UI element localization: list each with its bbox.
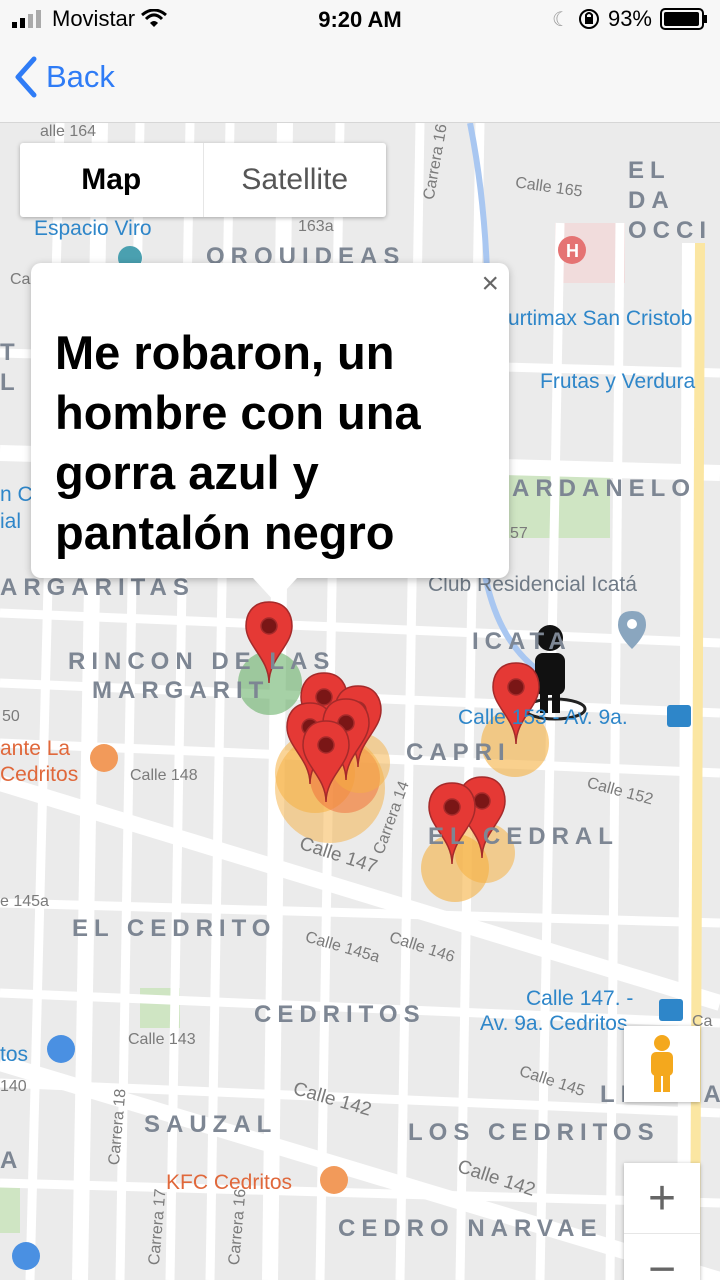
neighborhood-label: SAUZAL [144,1111,278,1138]
street-label: alle 164 [40,123,97,140]
zoom-out-button[interactable]: − [624,1234,700,1280]
map-view[interactable]: H EL DA OCCI ORQUIDEAS T L ARDANELO ARGA… [0,123,720,1280]
street-view-button[interactable] [624,1026,700,1102]
poi-label: n C [0,483,33,506]
neighborhood-label: CEDRO NARVAE [338,1215,603,1242]
neighborhood-label: MARGARIT [92,677,270,704]
street-label: 163a [298,218,334,235]
street-label: Calle 143 [128,1031,196,1048]
neighborhood-label: CEDRITOS [254,1001,426,1028]
street-label: e 145a [0,893,49,910]
neighborhood-label: ICATA [472,628,572,655]
moon-icon: ☾ [552,8,570,31]
close-icon[interactable]: × [481,267,499,301]
rotation-lock-icon [578,9,599,29]
zoom-in-button[interactable]: + [624,1163,700,1234]
pegman-icon [651,1035,673,1092]
neighborhood-label: CAPRI [406,739,511,766]
street-label: Ca [10,271,31,288]
poi-label: Calle 153 - Av. 9a. [458,706,628,729]
poi-label: ial [0,510,22,533]
back-button[interactable]: Back [14,56,115,98]
status-right: ☾ 93% [552,6,708,32]
battery-icon [660,8,707,30]
neighborhood-label: EL DA OCCI [628,157,712,244]
restaurant-icon [90,744,118,772]
info-window: × Me robaron, un hombre con una gorra az… [31,263,509,602]
shopping-icon [47,1035,75,1063]
map-type-toggle: Map Satellite [20,143,386,217]
poi-label: Frutas y Verdura [540,370,696,393]
chevron-left-icon [15,56,37,98]
neighborhood-label: LOS CEDRITOS [408,1119,660,1146]
info-window-text: Me robaron, un hombre con una gorra azul… [55,326,421,559]
map-type-satellite-button[interactable]: Satellite [202,143,387,217]
street-label: Calle 148 [130,767,198,784]
poi-label: Av. 9a. Cedritos [480,1012,628,1035]
neighborhood-label: T L [0,339,21,396]
map-type-map-button[interactable]: Map [20,143,203,217]
zoom-controls: + − [624,1163,700,1280]
neighborhood-label: ARGARITAS [0,574,195,601]
poi-label: tos [0,1043,29,1066]
navigation-bar: Back [0,40,720,123]
poi-label: Espacio Viro [34,217,152,240]
svg-text:H: H [566,241,579,261]
poi-label: Calle 147. - [526,987,634,1010]
street-label: 140 [0,1078,27,1095]
neighborhood-label: RINCON DE LAS [68,648,336,675]
restaurant-icon [320,1166,348,1194]
bus-icon [667,705,691,727]
poi-label: urtimax San Cristob [508,307,693,330]
neighborhood-label: A [0,1147,24,1174]
neighborhood-label: EL CEDRITO [72,915,277,942]
bus-icon [659,999,683,1021]
neighborhood-label: EL CEDRAL [428,823,619,850]
shopping-cart-icon [12,1242,40,1270]
status-bar: Movistar 9:20 AM ☾ 93% [0,0,720,40]
poi-label: Cedritos [0,763,79,786]
poi-label: KFC Cedritos [166,1171,293,1194]
street-label: 50 [2,708,20,725]
street-label: 57 [510,525,528,542]
battery-percent: 93% [607,6,652,31]
poi-label: ante La [0,737,71,760]
back-label: Back [46,59,115,94]
neighborhood-label: ARDANELO [512,475,696,502]
